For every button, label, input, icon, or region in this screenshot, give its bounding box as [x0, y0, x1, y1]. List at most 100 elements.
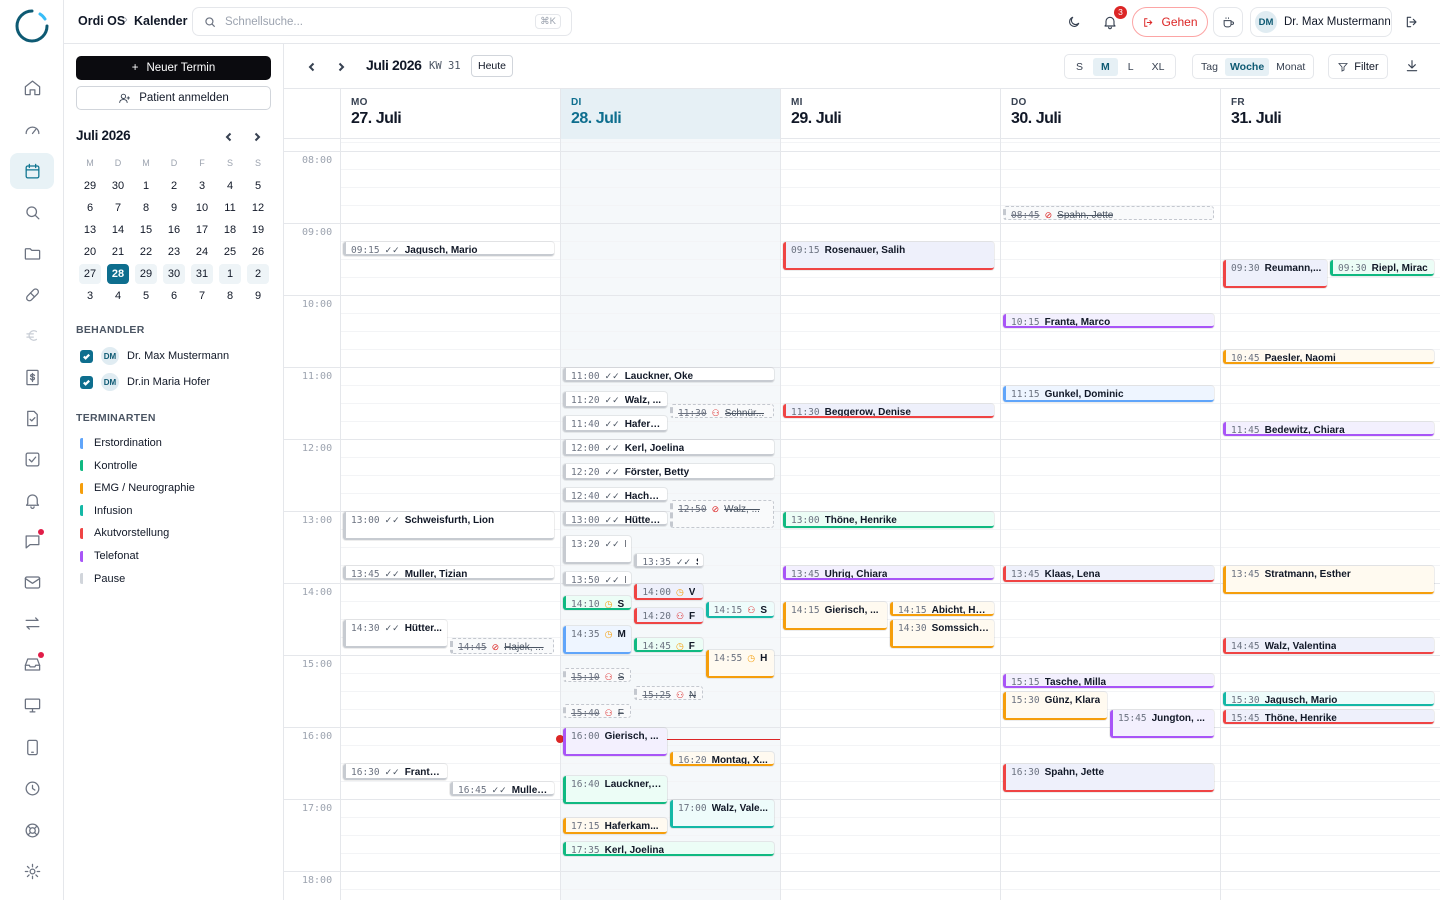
appointment-block[interactable]: 11:20 ✓✓ Walz, ... — [563, 392, 667, 408]
gehen-button[interactable]: Gehen — [1132, 7, 1208, 37]
search-input[interactable]: Schnellsuche... ⌘K — [192, 7, 572, 36]
appointment-block[interactable]: 13:00 Thöne, Henrike — [783, 512, 994, 528]
invoice-icon[interactable] — [10, 359, 54, 395]
appointment-block[interactable]: 11:30 ⚇ Schnür... — [670, 404, 774, 418]
appointment-block[interactable]: 13:00 ✓✓ Hütter,... — [563, 512, 667, 526]
appointment-block[interactable]: 13:00 ✓✓ Schweisfurth, Lion — [343, 512, 554, 540]
appointment-block[interactable]: 13:45 Klaas, Lena — [1003, 566, 1214, 582]
appointment-block[interactable]: 16:20 Montag, X... — [670, 752, 774, 766]
appointment-block[interactable]: 15:30 Günz, Klara — [1003, 692, 1107, 720]
appointment-block[interactable]: 09:30 Reumann,... — [1223, 260, 1327, 288]
appointment-block[interactable]: 12:00 ✓✓ Kerl, Joelina — [563, 440, 774, 456]
mini-day[interactable]: 2 — [247, 264, 269, 284]
appointment-block[interactable]: 14:45 ⊘ Hajek, ... — [450, 638, 554, 654]
appointment-block[interactable]: 15:25 ⚇ N — [634, 686, 703, 700]
appointment-block[interactable]: 15:45 Jungton, ... — [1110, 710, 1214, 738]
appointment-block[interactable]: 16:30 Spahn, Jette — [1003, 764, 1214, 792]
appointment-block[interactable]: 17:00 Walz, Vale... — [670, 800, 774, 828]
appointment-type-item[interactable]: Erstordination — [80, 435, 162, 451]
download-icon[interactable] — [1398, 52, 1426, 80]
register-patient-button[interactable]: Patient anmelden — [76, 86, 271, 110]
mini-day[interactable]: 4 — [107, 286, 129, 306]
mini-day[interactable]: 11 — [219, 198, 241, 218]
mini-day[interactable]: 5 — [247, 176, 269, 196]
today-button[interactable]: Heute — [471, 55, 514, 77]
mini-day[interactable]: 1 — [135, 176, 157, 196]
appointment-block[interactable]: 11:15 Gunkel, Dominic — [1003, 386, 1214, 402]
appointment-block[interactable]: 12:50 ⊘ Walz, ... — [670, 500, 774, 528]
appointment-block[interactable]: 13:20 ✓✓ F — [563, 536, 632, 564]
appointment-type-item[interactable]: EMG / Neurographie — [80, 480, 195, 496]
appointment-block[interactable]: 16:45 ✓✓ Muller, ... — [450, 782, 554, 796]
appointment-block[interactable]: 11:40 ✓✓ Haferk... — [563, 416, 667, 432]
appointment-block[interactable]: 15:30 Jagusch, Mario — [1223, 692, 1434, 706]
appointment-type-item[interactable]: Infusion — [80, 503, 133, 519]
provider-item[interactable]: DM Dr. Max Mustermann — [80, 347, 229, 365]
provider-checkbox[interactable] — [80, 375, 93, 389]
appointment-block[interactable]: 14:35 ◷ M — [563, 626, 632, 654]
mail-icon[interactable] — [10, 564, 54, 600]
appointment-block[interactable]: 15:45 Thöne, Henrike — [1223, 710, 1434, 724]
appointment-block[interactable]: 14:15 Abicht, He... — [890, 602, 994, 616]
appointment-block[interactable]: 13:35 ✓✓ S — [634, 554, 703, 568]
appointment-block[interactable]: 14:15 Gierisch, ... — [783, 602, 887, 630]
calendar-icon[interactable] — [10, 153, 54, 189]
mini-day[interactable]: 3 — [191, 176, 213, 196]
mini-day[interactable]: 23 — [163, 242, 185, 262]
mini-day[interactable]: 10 — [191, 198, 213, 218]
appointment-block[interactable]: 14:15 ⚇ S — [705, 602, 774, 618]
mini-day[interactable]: 12 — [247, 198, 269, 218]
mini-prev-chevron-icon[interactable] — [221, 129, 237, 145]
appointment-block[interactable]: 14:00 ◷ V — [634, 584, 703, 600]
mini-day[interactable]: 30 — [163, 264, 185, 284]
appointment-block[interactable]: 14:20 ⚇ F — [634, 608, 703, 624]
view-option-monat[interactable]: Monat — [1271, 58, 1310, 76]
app-logo[interactable] — [14, 8, 50, 44]
logout-icon[interactable] — [1398, 8, 1426, 36]
appointment-block[interactable]: 14:55 ◷ H — [705, 650, 774, 678]
appointment-block[interactable]: 12:20 ✓✓ Förster, Betty — [563, 464, 774, 480]
folder-icon[interactable] — [10, 235, 54, 271]
appointment-block[interactable]: 09:30 Riepl, Mirac — [1330, 260, 1434, 276]
mini-day[interactable]: 30 — [107, 176, 129, 196]
monitor-icon[interactable] — [10, 687, 54, 723]
mini-day[interactable]: 17 — [191, 220, 213, 240]
mini-day[interactable]: 6 — [163, 286, 185, 306]
size-option-l[interactable]: L — [1120, 58, 1142, 76]
mini-day[interactable]: 18 — [219, 220, 241, 240]
mini-day[interactable]: 24 — [191, 242, 213, 262]
mini-day[interactable]: 7 — [107, 198, 129, 218]
mini-next-chevron-icon[interactable] — [249, 129, 265, 145]
appointment-block[interactable]: 13:45 Stratmann, Esther — [1223, 566, 1434, 594]
mini-day[interactable]: 22 — [135, 242, 157, 262]
notifications-bell-icon[interactable]: 3 — [1096, 6, 1127, 36]
chat-icon[interactable] — [10, 523, 54, 559]
inbox-icon[interactable] — [10, 646, 54, 682]
mini-day[interactable]: 1 — [219, 264, 241, 284]
appointment-block[interactable]: 11:00 ✓✓ Lauckner, Oke — [563, 368, 774, 382]
appointment-block[interactable]: 12:40 ✓✓ Hache,... — [563, 488, 667, 502]
appointment-type-item[interactable]: Akutvorstellung — [80, 525, 169, 541]
mini-day[interactable]: 8 — [219, 286, 241, 306]
appointment-block[interactable]: 14:45 Walz, Valentina — [1223, 638, 1434, 654]
euro-icon[interactable] — [10, 317, 54, 353]
day-header[interactable]: DO 30. Juli — [1000, 89, 1220, 139]
mini-day[interactable]: 13 — [79, 220, 101, 240]
help-lifebuoy-icon[interactable] — [10, 812, 54, 848]
user-menu[interactable]: DM Dr. Max Mustermann — [1250, 7, 1392, 37]
mini-day[interactable]: 27 — [79, 264, 101, 284]
mini-day[interactable]: 26 — [247, 242, 269, 262]
home-icon[interactable] — [10, 69, 54, 105]
appointment-block[interactable]: 13:50 ✓✓ I — [563, 572, 632, 586]
breadcrumb-app[interactable]: Ordi OS — [78, 14, 125, 28]
appointment-block[interactable]: 16:00 Gierisch, ... — [563, 728, 667, 756]
checkbox-icon[interactable] — [10, 441, 54, 477]
mini-day[interactable]: 9 — [163, 198, 185, 218]
prev-week-chevron-icon[interactable] — [303, 58, 321, 76]
appointment-block[interactable]: 10:45 Paesler, Naomi — [1223, 350, 1434, 364]
day-header[interactable]: DI 28. Juli — [560, 89, 780, 139]
day-header[interactable]: MI 29. Juli — [780, 89, 1000, 139]
appointment-block[interactable]: 15:40 ⚇ F — [563, 704, 632, 718]
mini-day[interactable]: 15 — [135, 220, 157, 240]
provider-checkbox[interactable] — [80, 349, 93, 363]
